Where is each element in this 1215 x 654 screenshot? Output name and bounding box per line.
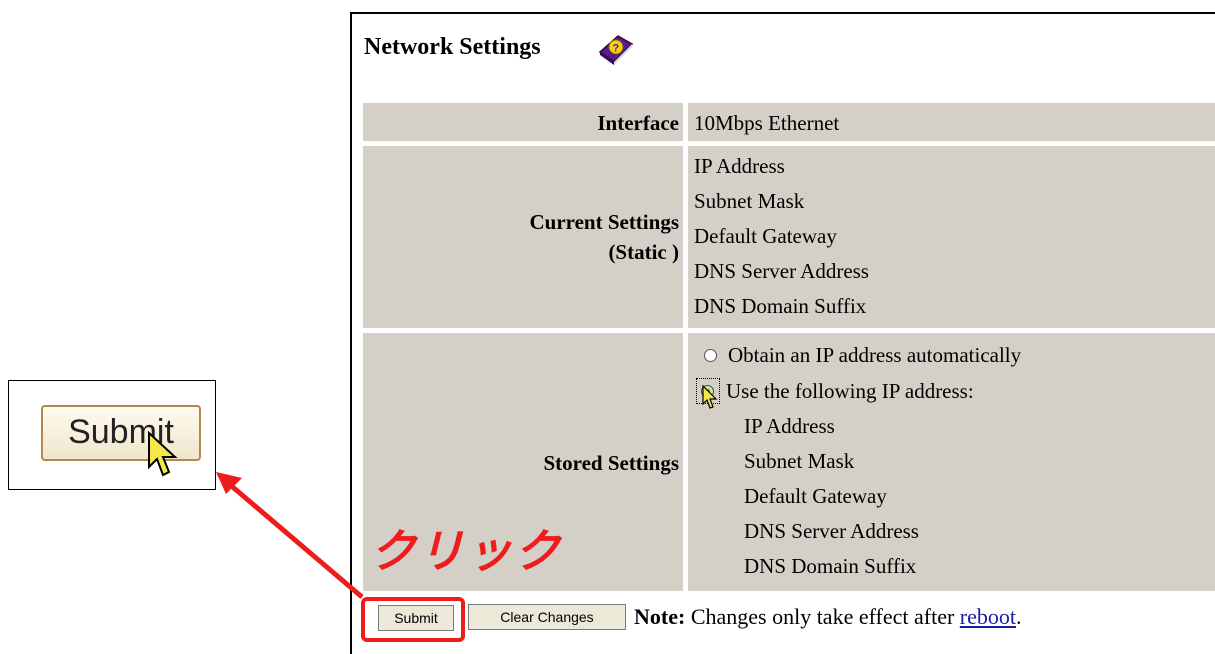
clear-changes-button[interactable]: Clear Changes [468, 604, 626, 630]
stored-field-ip: IP Address [744, 414, 835, 438]
stored-field-dns-server: DNS Server Address [744, 519, 919, 543]
stored-settings-label: Stored Settings [543, 451, 679, 475]
reboot-link[interactable]: reboot [960, 604, 1016, 629]
note-suffix: . [1016, 604, 1022, 629]
radio-static-label: Use the following IP address: [726, 379, 974, 403]
current-settings-values: IP Address Subnet Mask Default Gateway D… [687, 145, 1215, 329]
current-field-subnet: Subnet Mask [694, 189, 805, 213]
page-title: Network Settings [364, 34, 541, 60]
current-field-gateway: Default Gateway [694, 224, 837, 248]
radio-auto-label: Obtain an IP address automatically [728, 343, 1022, 367]
stored-field-dns-suffix: DNS Domain Suffix [744, 554, 917, 578]
current-settings-label: Current Settings (Static ) [362, 145, 684, 329]
interface-label: Interface [362, 102, 684, 142]
reboot-note: Note: Changes only take effect after reb… [634, 604, 1022, 630]
mouse-pointer-icon [148, 431, 178, 477]
current-field-dns-suffix: DNS Domain Suffix [694, 294, 867, 318]
click-annotation: クリック [370, 524, 562, 578]
current-settings-mode: (Static ) [608, 240, 679, 264]
current-settings-title: Current Settings [529, 210, 679, 234]
current-field-ip: IP Address [694, 154, 785, 178]
mouse-pointer-icon [702, 385, 718, 409]
note-prefix: Note: [634, 604, 686, 629]
help-book-icon[interactable]: ? [596, 30, 636, 66]
stored-field-gateway: Default Gateway [744, 484, 887, 508]
zoom-callout: Submit [8, 380, 216, 490]
interface-value: 10Mbps Ethernet [694, 111, 840, 135]
current-field-dns-server: DNS Server Address [694, 259, 869, 283]
stored-field-subnet: Subnet Mask [744, 449, 855, 473]
stored-settings-values: Obtain an IP address automatically Use t… [687, 332, 1215, 592]
svg-text:?: ? [613, 43, 620, 55]
radio-auto[interactable] [704, 349, 717, 362]
submit-highlight-box [361, 597, 465, 642]
interface-value-cell: 10Mbps Ethernet [687, 102, 1215, 142]
note-text: Changes only take effect after [685, 604, 960, 629]
